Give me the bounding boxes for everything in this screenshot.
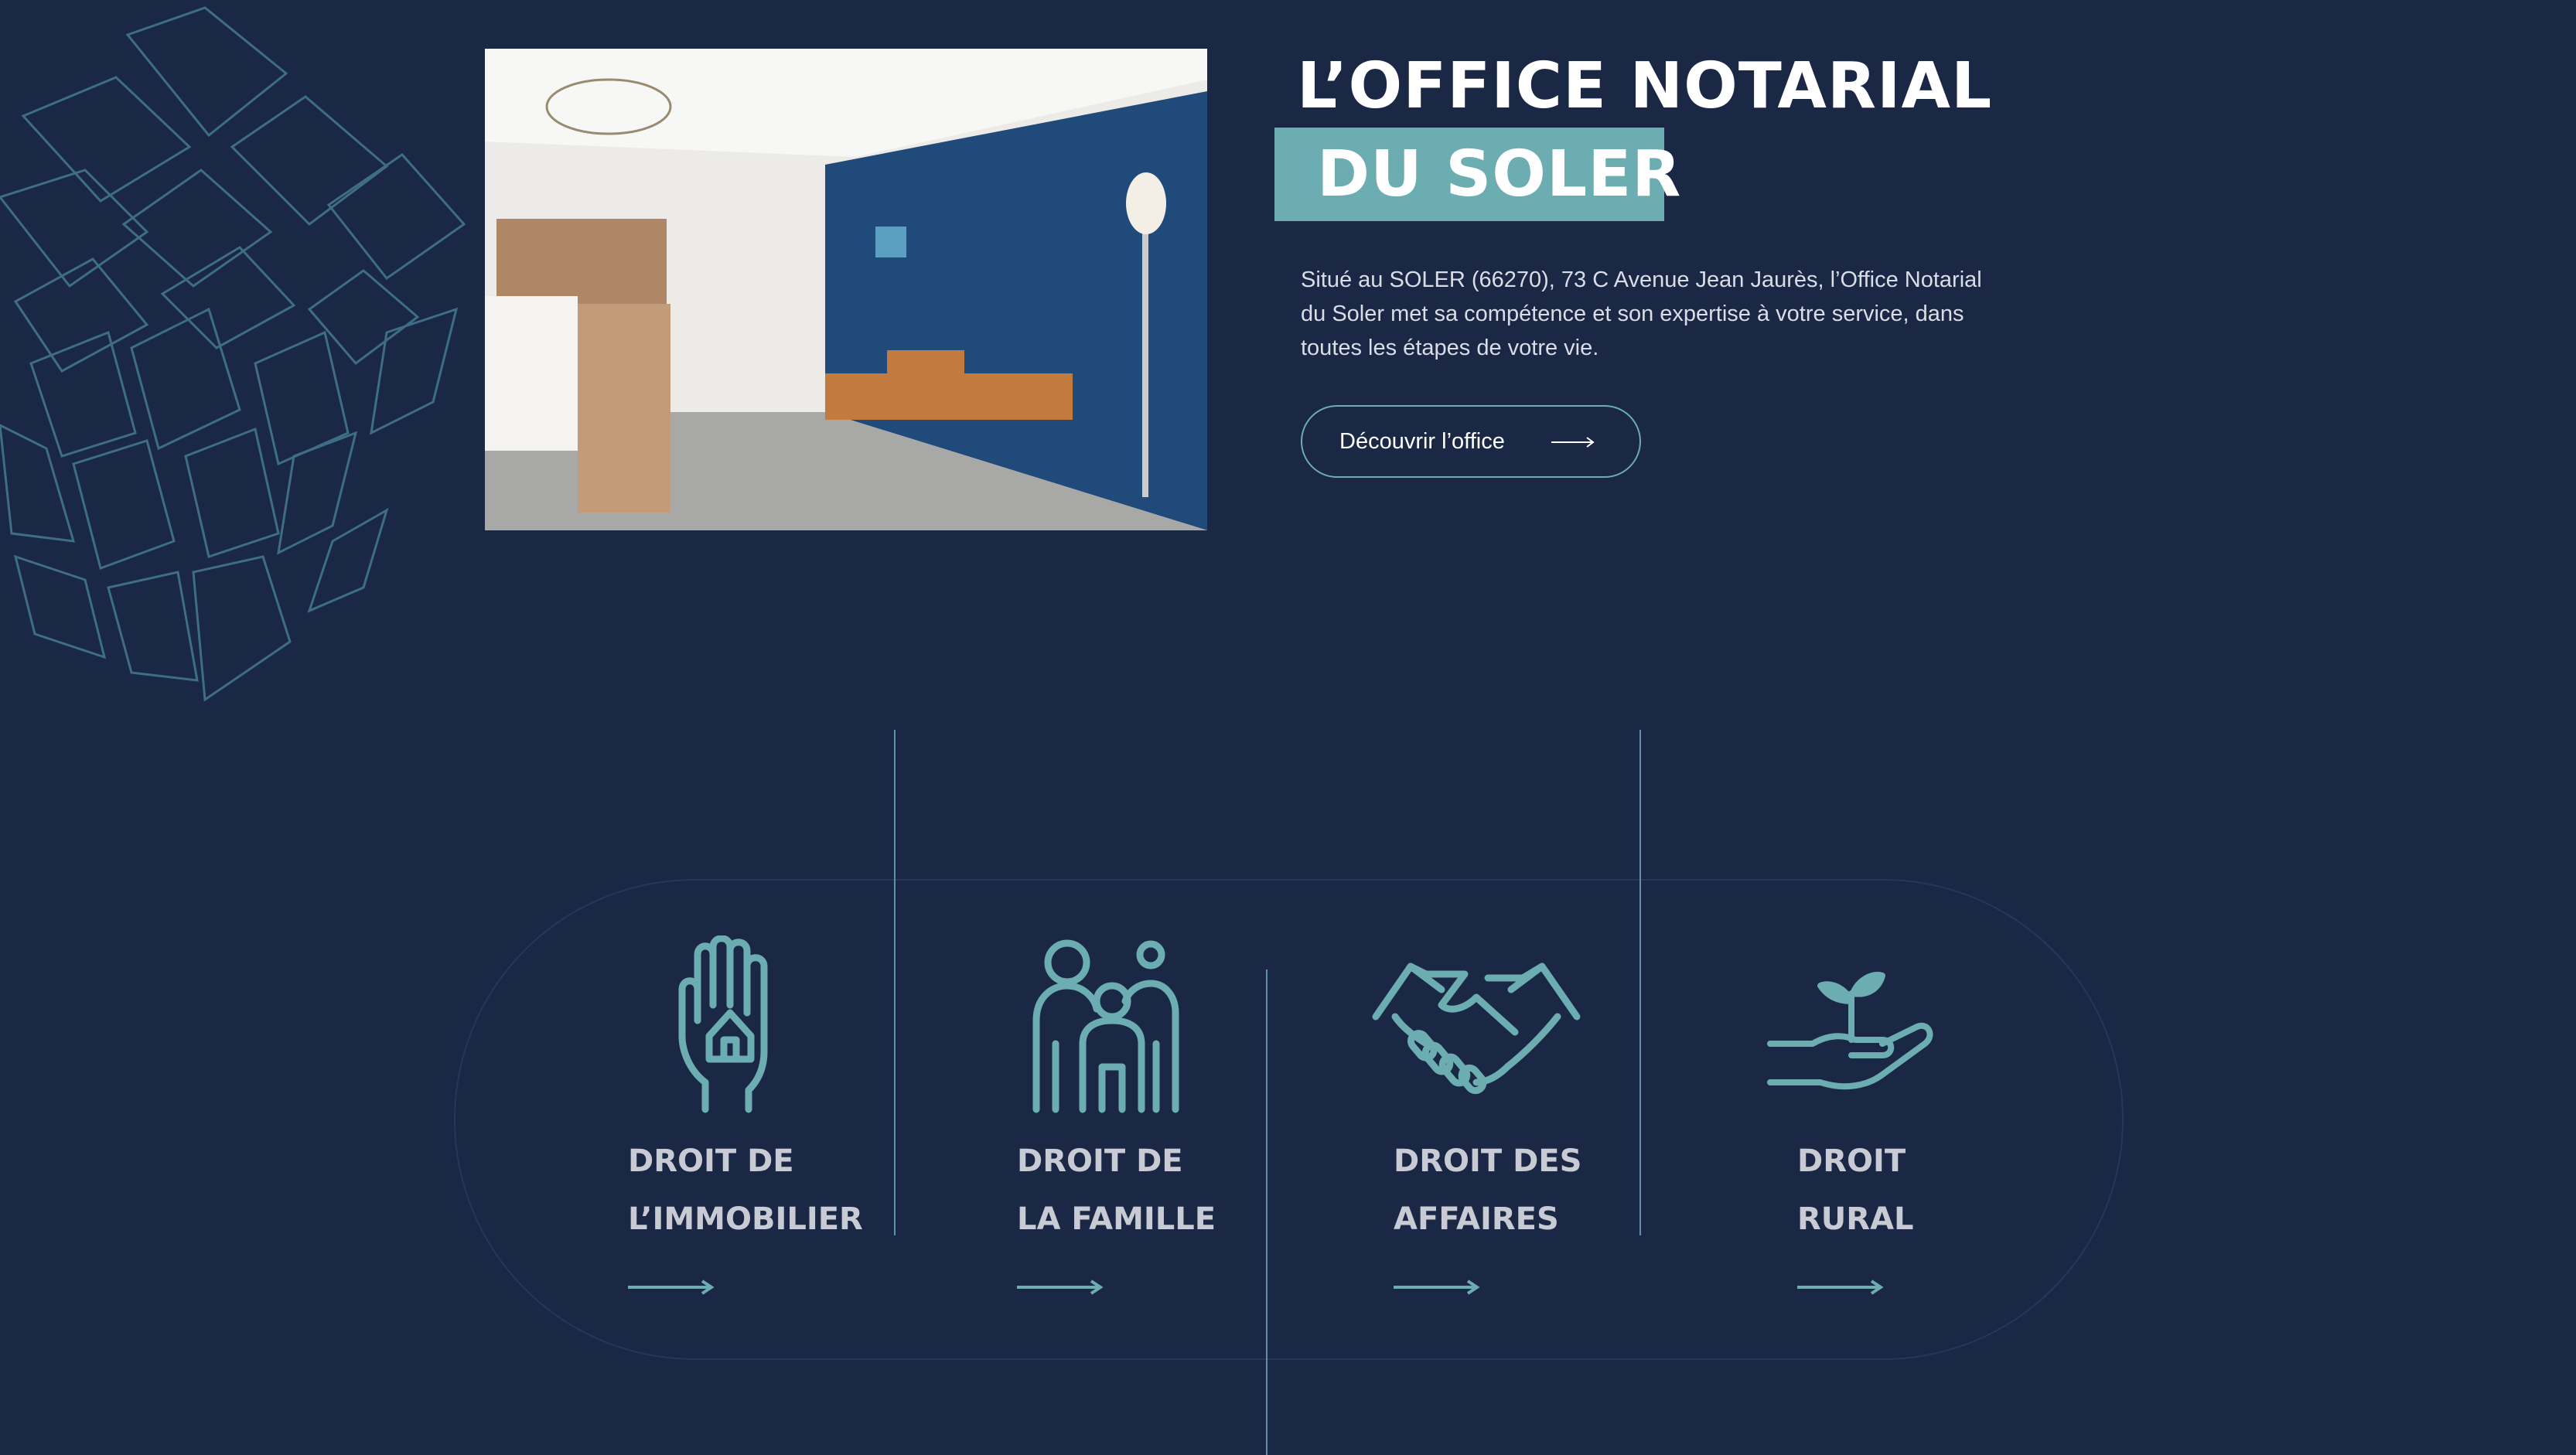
- family-icon: [1032, 939, 1179, 1113]
- divider-line: [1266, 969, 1268, 1455]
- hand-house-icon: [678, 935, 768, 1113]
- arrow-right-icon: [1797, 1280, 1884, 1295]
- discover-office-button[interactable]: Découvrir l’office: [1301, 405, 1641, 478]
- hand-sprout-icon: [1767, 972, 1933, 1090]
- service-title-line2: AFFAIRES: [1394, 1201, 1559, 1237]
- arrow-right-icon: [1394, 1280, 1480, 1295]
- service-title-line1: DROIT: [1797, 1143, 1906, 1179]
- discover-office-label: Découvrir l’office: [1339, 428, 1505, 454]
- divider-line: [1639, 730, 1641, 1235]
- handshake-icon: [1372, 963, 1581, 1095]
- service-famille[interactable]: DROIT DE LA FAMILLE: [1017, 935, 1249, 1307]
- service-title-line1: DROIT DES: [1394, 1143, 1582, 1179]
- service-title-line2: LA FAMILLE: [1017, 1201, 1216, 1237]
- service-immobilier[interactable]: DROIT DE L’IMMOBILIER: [628, 935, 863, 1307]
- arrow-right-icon: [628, 1280, 715, 1295]
- page-title-line1: L’OFFICE NOTARIAL: [1297, 49, 1993, 123]
- service-title-line1: DROIT DE: [628, 1143, 794, 1179]
- arrow-right-icon: [1017, 1280, 1104, 1295]
- divider-line: [894, 730, 896, 1235]
- service-title-line2: RURAL: [1797, 1201, 1914, 1237]
- arrow-right-icon: [1551, 437, 1595, 448]
- service-rural[interactable]: DROIT RURAL: [1767, 935, 2029, 1307]
- service-affaires[interactable]: DROIT DES AFFAIRES: [1372, 935, 1626, 1307]
- intro-paragraph: Situé au SOLER (66270), 73 C Avenue Jean…: [1301, 267, 1982, 360]
- service-title-line1: DROIT DE: [1017, 1143, 1183, 1179]
- decorative-cube-outline: [0, 6, 466, 702]
- office-photo: [485, 49, 1207, 530]
- page-title-line2: DU SOLER: [1317, 138, 1682, 211]
- service-title-line2: L’IMMOBILIER: [628, 1201, 863, 1237]
